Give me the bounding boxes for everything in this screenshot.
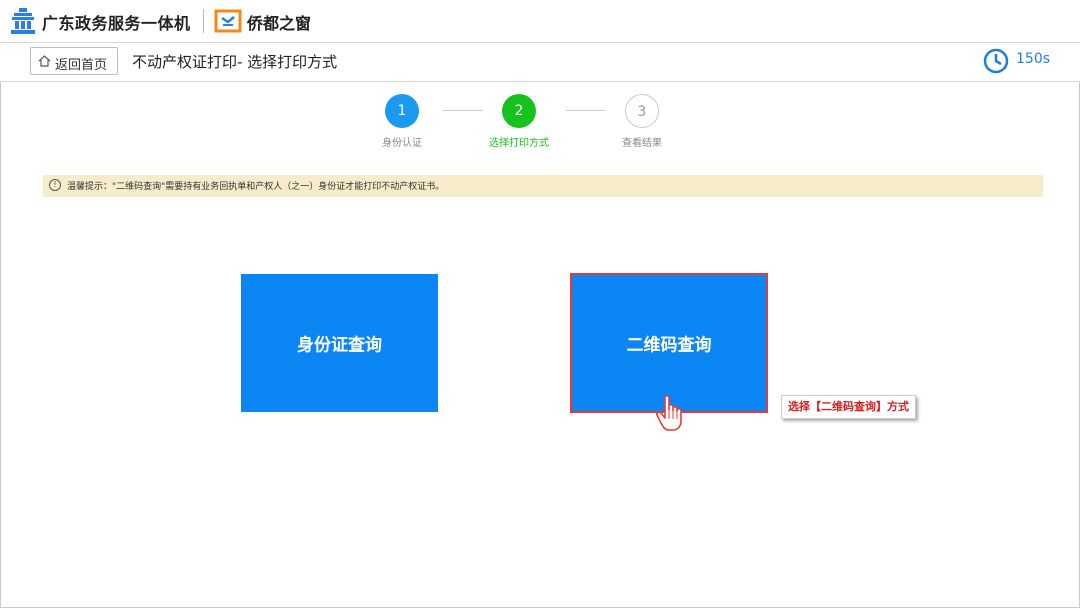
id-card-query-label: 身份证查询 bbox=[297, 335, 382, 356]
qr-code-query-label: 二维码查询 bbox=[626, 335, 712, 356]
home-button[interactable]: 返回首页 bbox=[30, 47, 118, 75]
countdown-timer: 150s bbox=[1016, 51, 1051, 67]
home-icon bbox=[38, 55, 51, 67]
sub-title: 侨都之窗 bbox=[247, 14, 312, 33]
app-header: 广东政务服务一体机 侨都之窗 bbox=[0, 0, 1080, 43]
hand-pointer-icon bbox=[656, 395, 682, 431]
step-2-label: 选择打印方式 bbox=[489, 138, 549, 149]
step-3-circle: 3 bbox=[625, 94, 659, 128]
notice-banner: ! 温馨提示："二维码查询"需要持有业务回执单和产权人（之一）身份证才能打印不动… bbox=[43, 175, 1043, 197]
step-connector bbox=[443, 110, 483, 111]
window-frame bbox=[0, 0, 1080, 608]
step-3-label: 查看结果 bbox=[622, 138, 662, 149]
id-card-query-button[interactable]: 身份证查询 bbox=[241, 274, 438, 412]
header-divider bbox=[203, 9, 204, 33]
info-circle-icon: ! bbox=[49, 179, 61, 191]
nav-bar: 返回首页 不动产权证打印- 选择打印方式 150s bbox=[0, 43, 1080, 82]
step-1-circle: 1 bbox=[385, 94, 419, 128]
clock-icon bbox=[983, 48, 1009, 74]
step-1-label: 身份认证 bbox=[382, 138, 422, 149]
notice-text: 温馨提示："二维码查询"需要持有业务回执单和产权人（之一）身份证才能打印不动产权… bbox=[67, 182, 445, 192]
government-logo-icon bbox=[11, 8, 35, 34]
qiaodu-window-logo-icon bbox=[214, 9, 242, 33]
instruction-callout: 选择【二维码查询】方式 bbox=[781, 395, 916, 419]
home-button-label: 返回首页 bbox=[55, 58, 108, 73]
step-connector bbox=[566, 110, 606, 111]
page-title: 不动产权证打印- 选择打印方式 bbox=[132, 53, 338, 71]
step-2-circle: 2 bbox=[502, 94, 536, 128]
qr-code-query-button[interactable]: 二维码查询 bbox=[570, 273, 768, 413]
app-title: 广东政务服务一体机 bbox=[42, 14, 191, 33]
